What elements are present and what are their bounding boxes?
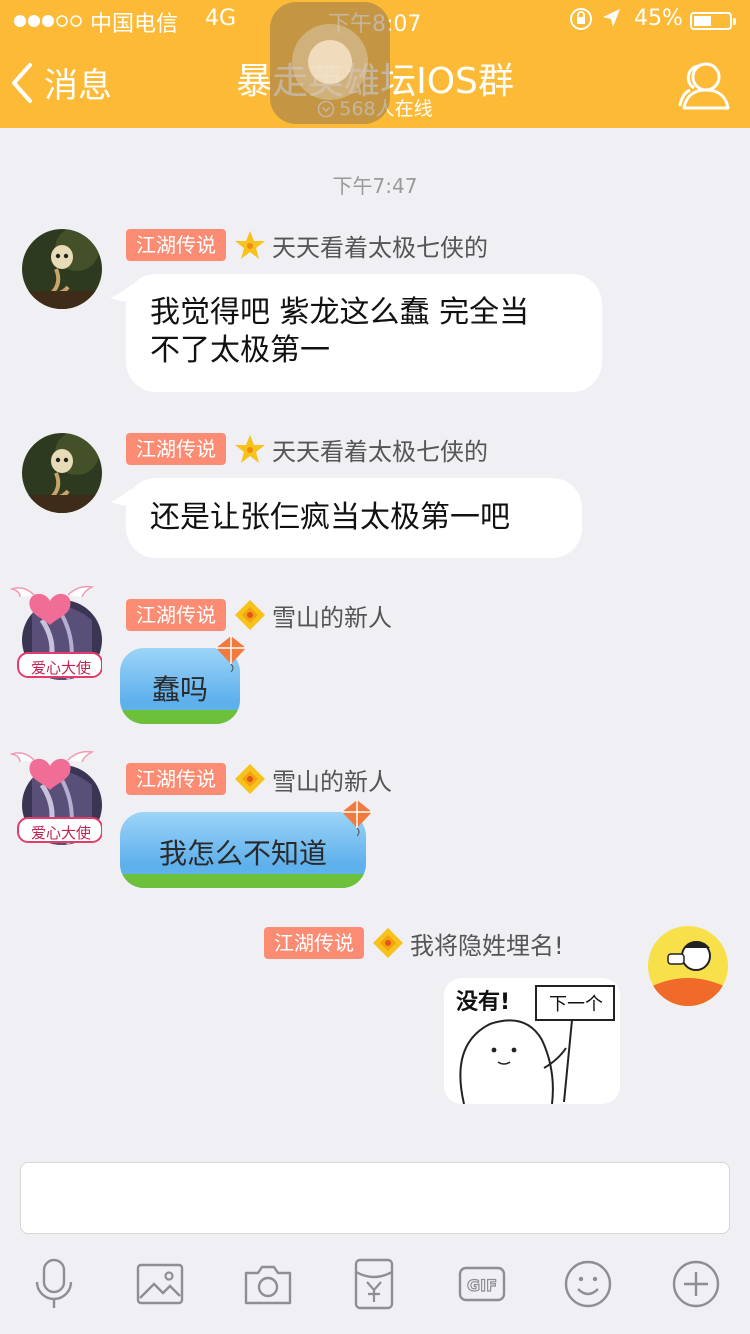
message-meta: 江湖传说 天天看着太极七侠的 — [126, 432, 488, 466]
rank-badge: 江湖传说 — [126, 229, 226, 261]
assistive-touch-button[interactable] — [270, 2, 390, 124]
rank-badge: 江湖传说 — [126, 433, 226, 465]
message-text-line: 我觉得吧 紫龙这么蠢 完全当 — [150, 295, 530, 330]
rank-badge: 江湖传说 — [126, 763, 226, 795]
sender-name[interactable]: 天天看着太极七侠的 — [272, 228, 488, 263]
message-input[interactable] — [20, 1162, 730, 1234]
location-arrow-icon — [600, 6, 624, 38]
emoji-icon[interactable] — [560, 1256, 616, 1312]
kite-icon — [216, 636, 246, 673]
message-meta: 江湖传说 雪山的新人 — [126, 762, 392, 796]
navigation-bar: 中国电信 4G 下午8:07 45% 消息 暴走英雄坛IOS群 568人在线 — [0, 0, 750, 128]
sticker-sign-text: 下一个 — [549, 994, 603, 1015]
avatar[interactable] — [22, 229, 102, 309]
message-text: 我怎么不知道 — [158, 837, 327, 870]
diamond-level-icon — [235, 764, 265, 794]
rank-badge: 江湖传说 — [126, 599, 226, 631]
battery-icon — [690, 12, 736, 30]
image-icon[interactable] — [132, 1256, 188, 1312]
plus-icon[interactable] — [668, 1256, 724, 1312]
sender-name[interactable]: 雪山的新人 — [272, 598, 392, 633]
message-bubble[interactable]: 我觉得吧 紫龙这么蠢 完全当 不了太极第一 — [126, 274, 602, 392]
svg-text:GIF: GIF — [467, 1276, 497, 1295]
gif-icon[interactable]: GIF — [454, 1256, 510, 1312]
network-type: 4G — [205, 6, 237, 31]
sender-name[interactable]: 雪山的新人 — [272, 762, 392, 797]
sender-name[interactable]: 我将隐姓埋名! — [410, 926, 564, 961]
chat-timestamp: 下午7:47 — [332, 174, 418, 198]
rank-badge: 江湖传说 — [264, 927, 364, 959]
signal-strength-icon — [14, 10, 84, 35]
star-level-icon — [235, 231, 265, 259]
sticker-caption: 没有! — [456, 990, 511, 1015]
carrier-name: 中国电信 — [90, 12, 179, 37]
avatar-frame-label: 爱心大使 — [30, 824, 91, 842]
message-bubble-themed[interactable]: 我怎么不知道 — [120, 812, 366, 888]
my-avatar[interactable] — [648, 926, 728, 1006]
message-meta: 江湖传说 天天看着太极七侠的 — [126, 228, 488, 262]
sender-name[interactable]: 天天看着太极七侠的 — [272, 432, 488, 467]
battery-percent: 45% — [634, 6, 683, 31]
avatar-frame-label: 爱心大使 — [30, 659, 91, 677]
mic-icon[interactable] — [26, 1256, 82, 1312]
sticker-image[interactable]: 没有! 下一个 — [444, 978, 620, 1104]
red-packet-icon[interactable] — [346, 1256, 402, 1312]
diamond-level-icon — [373, 928, 403, 958]
diamond-level-icon — [235, 600, 265, 630]
kite-icon — [342, 800, 372, 837]
message-meta: 江湖传说 我将隐姓埋名! — [264, 926, 564, 960]
rotation-lock-icon — [568, 6, 594, 38]
message-text-line: 不了太极第一 — [150, 333, 330, 368]
camera-icon[interactable] — [240, 1256, 296, 1312]
avatar[interactable] — [22, 433, 102, 513]
message-text: 还是让张仨疯当太极第一吧 — [150, 500, 510, 535]
message-meta: 江湖传说 雪山的新人 — [126, 598, 392, 632]
star-level-icon — [235, 435, 265, 463]
message-text: 蠢吗 — [151, 673, 208, 706]
message-bubble[interactable]: 还是让张仨疯当太极第一吧 — [126, 478, 582, 558]
group-members-icon[interactable] — [676, 56, 734, 114]
